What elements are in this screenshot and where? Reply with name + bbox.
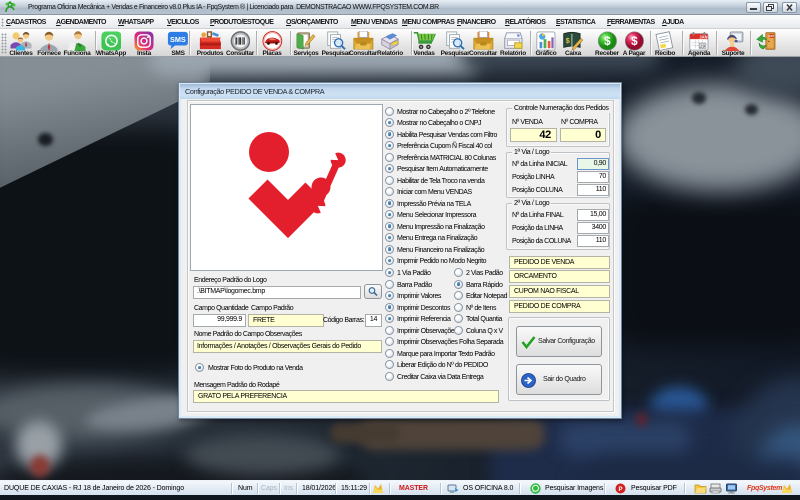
svg-text:SMS: SMS xyxy=(170,34,186,43)
svg-text:29: 29 xyxy=(700,43,706,48)
svg-text:$: $ xyxy=(604,35,611,48)
svg-text:$: $ xyxy=(631,35,638,48)
svg-text:EXIT: EXIT xyxy=(769,35,775,38)
svg-text:$: $ xyxy=(566,35,570,44)
svg-text:JAN: JAN xyxy=(699,34,707,39)
svg-text:P: P xyxy=(618,487,622,493)
